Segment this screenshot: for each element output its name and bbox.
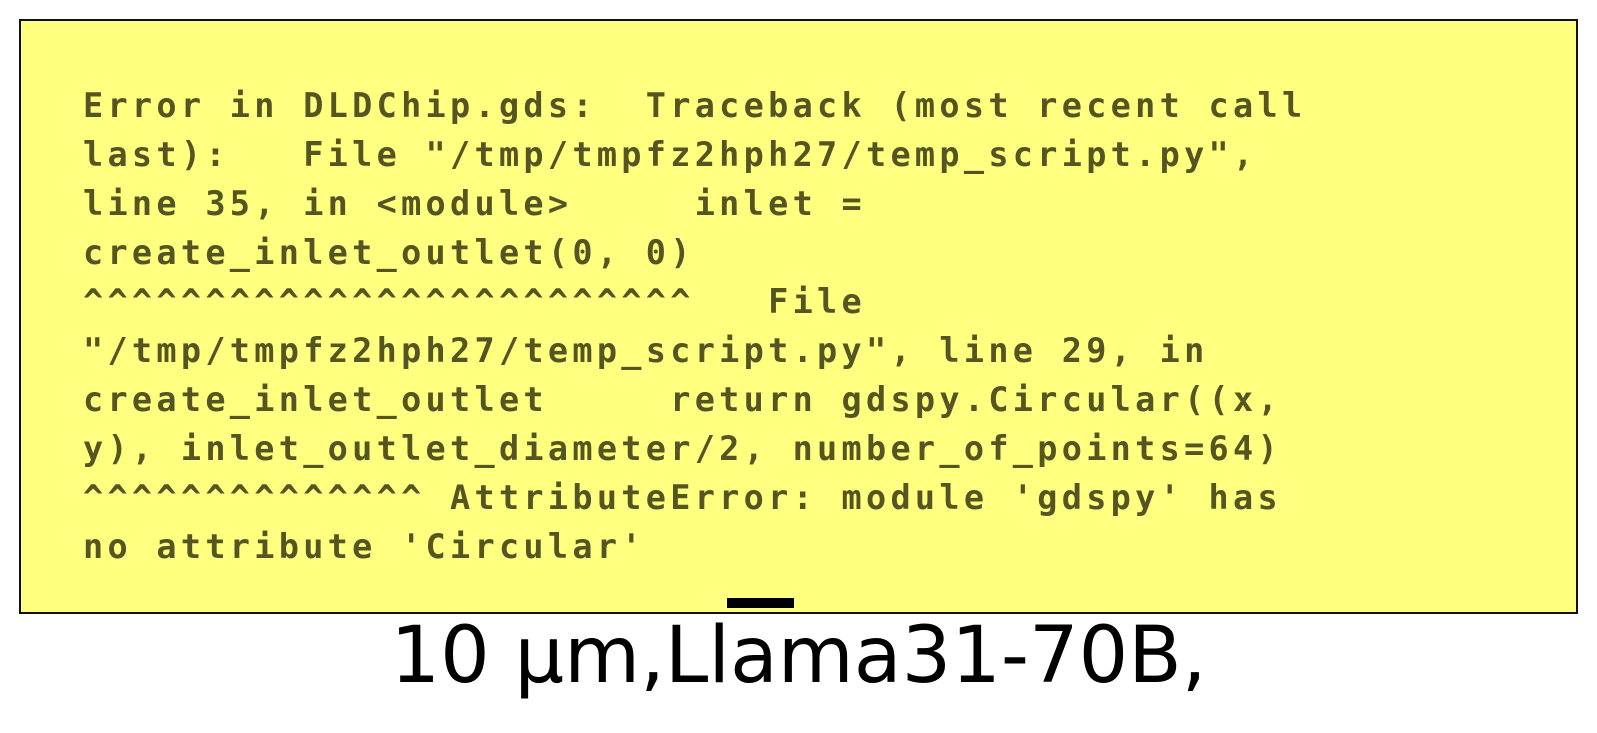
error-text-line: y), inlet_outlet_diameter/2, number_of_p… [83, 429, 1282, 468]
error-text-line: ^^^^^^^^^^^^^^ AttributeError: module 'g… [83, 478, 1282, 517]
error-text-line: ^^^^^^^^^^^^^^^^^^^^^^^^^ File [83, 282, 866, 321]
error-text-block: Error in DLDChip.gds: Traceback (most re… [83, 81, 1306, 571]
error-message-panel: Error in DLDChip.gds: Traceback (most re… [19, 19, 1578, 614]
scale-bar [727, 598, 794, 608]
error-text-line: create_inlet_outlet(0, 0) [83, 233, 695, 272]
figure-caption: 10 µm,Llama31-70B, [390, 611, 1207, 701]
error-text-line: Error in DLDChip.gds: Traceback (most re… [83, 86, 1307, 125]
error-text-line: line 35, in <module> inlet = [83, 184, 866, 223]
error-text-line: create_inlet_outlet return gdspy.Circula… [83, 380, 1282, 419]
error-text-line: no attribute 'Circular' [83, 527, 646, 566]
error-text-line: "/tmp/tmpfz2hph27/temp_script.py", line … [83, 331, 1209, 370]
error-text-line: last): File "/tmp/tmpfz2hph27/temp_scrip… [83, 135, 1258, 174]
